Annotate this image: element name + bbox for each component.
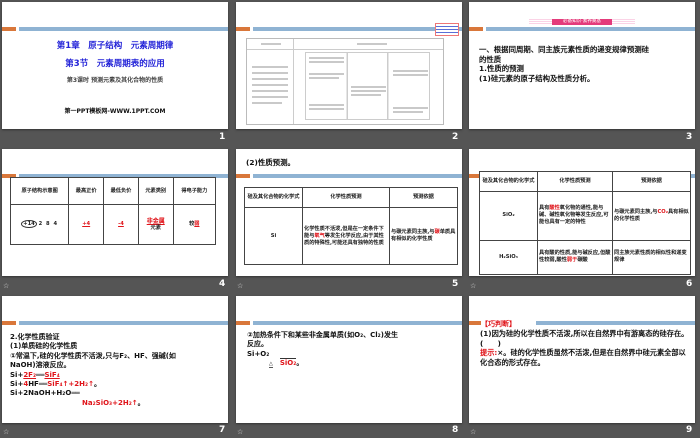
slide-number: 6: [686, 279, 693, 289]
accent-bar: [236, 174, 250, 178]
slide-thumbnail-3[interactable]: 必备知识·素养奠基 一、根据同周期、同主族元素性质的递变规律预测硅 的性质 1.性质…: [469, 2, 695, 129]
accent-bar: [2, 321, 16, 325]
slide-number: 7: [219, 425, 226, 435]
slide-number: 8: [452, 425, 459, 435]
atom-table: 原子结构示意图 最高正价 最低负价 元素类别 得电子能力 +14 2 8 4 +4 -4…: [9, 177, 217, 245]
slide-body: ②加热条件下和某些非金属单质(如O₂、Cl₂)发生 反应。 Si+O₂ △ SiO…: [247, 331, 398, 369]
animation-icon[interactable]: ☆: [3, 282, 9, 290]
animation-icon[interactable]: ☆: [237, 428, 243, 436]
slide-thumbnail-5[interactable]: (2)性质预测。 硅及其化合物的化学式 化学性质预测 预测依据 Si 化学性质不活泼…: [236, 149, 462, 276]
accent-bar: [236, 321, 250, 325]
animation-icon[interactable]: ☆: [470, 428, 476, 436]
accent-bar: [236, 27, 250, 31]
slide-title: (2)性质预测。: [246, 158, 295, 167]
slide-body: 2.化学性质验证 (1)单质硅的化学性质 ①常温下,硅的化学性质不活泼,只与F₂、H…: [10, 333, 176, 407]
slide-thumbnail-9[interactable]: 【巧判断】 (1)因为硅的化学性质不活泼,所以在自然界中有游离态的硅存在。 ( …: [469, 296, 695, 423]
animation-icon[interactable]: ☆: [3, 428, 9, 436]
accent-bar: [19, 27, 228, 31]
slide-thumbnail-6[interactable]: 硅及其化合物的化学式 化学性质预测 预测依据 SiO₂ 具有酸性氧化物的通性,能与碱…: [469, 149, 695, 276]
accent-bar: [19, 321, 228, 325]
accent-bar: [253, 27, 462, 31]
slide-number: 4: [219, 279, 226, 289]
animation-icon[interactable]: ☆: [237, 282, 243, 290]
accent-bar: [253, 321, 462, 325]
slide-thumbnail-2[interactable]: [236, 2, 462, 129]
standards-table: [246, 38, 444, 125]
compound-table: 硅及其化合物的化学式 化学性质预测 预测依据 SiO₂ 具有酸性氧化物的通性,能与碱…: [479, 171, 691, 276]
slide-thumbnail-8[interactable]: ②加热条件下和某些非金属单质(如O₂、Cl₂)发生 反应。 Si+O₂ △ SiO…: [236, 296, 462, 423]
accent-bar: [469, 27, 483, 31]
animation-icon[interactable]: ☆: [470, 282, 476, 290]
slide-number: 1: [219, 132, 226, 142]
lesson-subtitle: 第3课时 预测元素及其化合物的性质: [66, 77, 164, 84]
slide-body: (1)因为硅的化学性质不活泼,所以在自然界中有游离态的硅存在。 ( ) 提示:×…: [480, 329, 692, 367]
slide-thumbnail-7[interactable]: 2.化学性质验证 (1)单质硅的化学性质 ①常温下,硅的化学性质不活泼,只与F₂、H…: [2, 296, 228, 423]
accent-bar: [253, 174, 462, 178]
tag-label: 【巧判断】: [481, 320, 536, 328]
slide-thumbnail-1[interactable]: 第1章 原子结构 元素周期律 第3节 元素周期表的应用 第3课时 预测元素及其化…: [2, 2, 228, 129]
section-title: 第3节 元素周期表的应用: [65, 59, 165, 69]
chapter-title: 第1章 原子结构 元素周期律: [56, 41, 174, 51]
slide-number: 9: [686, 425, 693, 435]
slide-body: 一、根据同周期、同主族元素性质的递变规律预测硅 的性质 1.性质的预测 (1)硅元素的…: [479, 45, 649, 83]
accent-bar: [486, 27, 695, 31]
slide-number: 5: [452, 279, 459, 289]
footer-text: 第一PPT模板网-WWW.1PPT.COM: [64, 108, 166, 115]
note-box: [435, 23, 459, 36]
slide-number: 2: [452, 132, 459, 142]
prediction-table: 硅及其化合物的化学式 化学性质预测 预测依据 Si 化学性质不活泼,但是在一定条件下…: [244, 187, 458, 265]
section-banner: 必备知识·素养奠基: [529, 19, 635, 25]
slide-number: 3: [686, 132, 693, 142]
accent-bar: [2, 27, 16, 31]
slide-thumbnail-4[interactable]: 原子结构示意图 最高正价 最低负价 元素类别 得电子能力 +14 2 8 4 +4 -4…: [2, 149, 228, 276]
